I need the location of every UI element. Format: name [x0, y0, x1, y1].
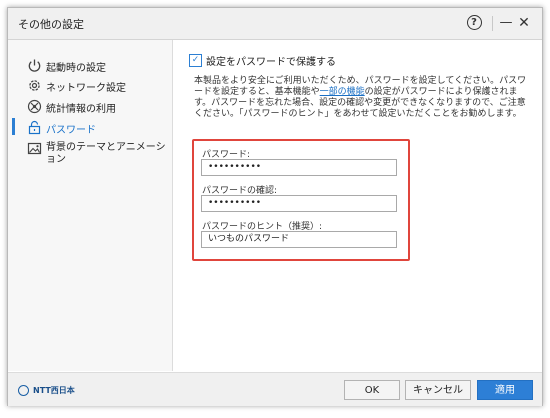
footer: NTT西日本 OK キャンセル 適用	[8, 372, 542, 406]
some-features-link[interactable]: 一部の機能	[320, 87, 365, 97]
titlebar-divider	[492, 16, 493, 31]
sidebar: 起動時の設定 ネットワーク設定 統計情報の利用 パスワード 背景のテーマとアニメ…	[8, 40, 173, 371]
gear-icon	[29, 80, 40, 91]
lock-icon	[28, 120, 41, 135]
sidebar-item-label: ネットワーク設定	[46, 83, 126, 94]
sidebar-item-statistics[interactable]: 統計情報の利用	[8, 96, 172, 116]
password-field[interactable]: ••••••••••	[201, 159, 397, 176]
ntt-logo-icon	[18, 385, 29, 396]
image-icon	[27, 142, 42, 155]
brand-name: NTT西日本	[33, 386, 75, 395]
password-confirm-field[interactable]: ••••••••••	[201, 195, 397, 212]
sidebar-item-theme[interactable]: 背景のテーマとアニメーション	[8, 138, 172, 170]
active-indicator	[12, 118, 15, 135]
sidebar-item-label: 背景のテーマとアニメーション	[46, 142, 166, 165]
protect-checkbox-label: 設定をパスワードで保護する	[206, 57, 336, 68]
sidebar-item-network[interactable]: ネットワーク設定	[8, 75, 172, 95]
password-description: 本製品をより安全にご利用いただくため、パスワードを設定してください。パスワードを…	[194, 76, 527, 119]
close-icon[interactable]: ✕	[516, 13, 532, 33]
ok-button[interactable]: OK	[344, 380, 400, 400]
sidebar-item-password[interactable]: パスワード	[8, 117, 172, 137]
sidebar-item-label: 起動時の設定	[46, 63, 106, 74]
password-hint-field[interactable]: いつものパスワード	[201, 231, 397, 248]
stats-icon	[27, 99, 42, 114]
power-icon	[28, 59, 41, 72]
password-panel: ✓ 設定をパスワードで保護する 本製品をより安全にご利用いただくため、パスワード…	[173, 40, 542, 371]
sidebar-item-label: 統計情報の利用	[46, 104, 116, 115]
password-fields-group: パスワード: •••••••••• パスワードの確認: •••••••••• パ…	[192, 139, 410, 261]
apply-button[interactable]: 適用	[477, 380, 533, 400]
window-title: その他の設定	[18, 18, 84, 31]
protect-checkbox[interactable]: ✓	[189, 54, 202, 67]
sidebar-item-startup[interactable]: 起動時の設定	[8, 55, 172, 75]
sidebar-item-label: パスワード	[46, 125, 96, 136]
cancel-button[interactable]: キャンセル	[405, 380, 471, 400]
settings-dialog: その他の設定 ? — ✕ 起動時の設定 ネットワーク設定 統計情報の利用 パスワ…	[7, 7, 543, 406]
help-icon[interactable]: ?	[464, 13, 484, 33]
minimize-icon[interactable]: —	[498, 13, 514, 33]
title-bar: その他の設定 ? — ✕	[8, 8, 542, 40]
